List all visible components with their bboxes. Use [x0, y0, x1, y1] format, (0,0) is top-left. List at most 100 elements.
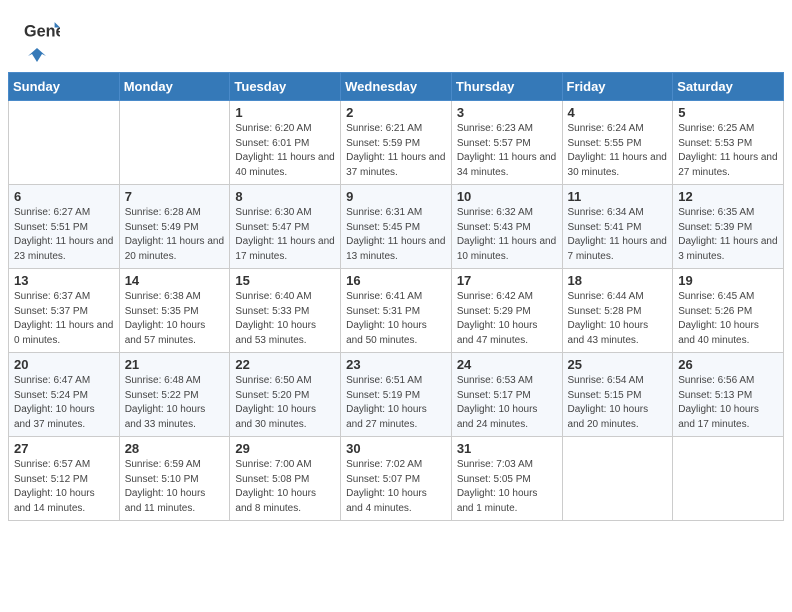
day-number: 22: [235, 357, 335, 372]
calendar-cell: 10 Sunrise: 6:32 AM Sunset: 5:43 PM Dayli…: [451, 185, 562, 269]
calendar-cell: 22 Sunrise: 6:50 AM Sunset: 5:20 PM Dayli…: [230, 353, 341, 437]
calendar-cell: 18 Sunrise: 6:44 AM Sunset: 5:28 PM Dayli…: [562, 269, 673, 353]
calendar-cell: [119, 101, 230, 185]
calendar-cell: 28 Sunrise: 6:59 AM Sunset: 5:10 PM Dayli…: [119, 437, 230, 521]
day-number: 16: [346, 273, 446, 288]
day-number: 12: [678, 189, 778, 204]
day-number: 18: [568, 273, 668, 288]
day-number: 24: [457, 357, 557, 372]
calendar-cell: 15 Sunrise: 6:40 AM Sunset: 5:33 PM Dayli…: [230, 269, 341, 353]
calendar-cell: 7Sunrise: 6:28 AM Sunset: 5:49 PM Daylig…: [119, 185, 230, 269]
day-info: Sunrise: 6:32 AM Sunset: 5:43 PM Dayligh…: [457, 206, 557, 264]
day-info: Sunrise: 6:38 AM Sunset: 5:35 PM Dayligh…: [125, 290, 225, 348]
day-number: 28: [125, 441, 225, 456]
day-number: 23: [346, 357, 446, 372]
day-number: 13: [14, 273, 114, 288]
day-info: Sunrise: 6:40 AM Sunset: 5:33 PM Dayligh…: [235, 290, 335, 348]
day-number: 30: [346, 441, 446, 456]
calendar-cell: 26Sunrise: 6:56 AM Sunset: 5:13 PM Dayli…: [673, 353, 784, 437]
calendar-cell: 3Sunrise: 6:23 AM Sunset: 5:57 PM Daylig…: [451, 101, 562, 185]
day-info: Sunrise: 6:34 AM Sunset: 5:41 PM Dayligh…: [568, 206, 668, 264]
day-number: 10: [457, 189, 557, 204]
day-number: 6: [14, 189, 114, 204]
day-info: Sunrise: 6:41 AM Sunset: 5:31 PM Dayligh…: [346, 290, 446, 348]
logo-icon: General: [24, 18, 60, 46]
day-number: 25: [568, 357, 668, 372]
calendar-cell: 17 Sunrise: 6:42 AM Sunset: 5:29 PM Dayli…: [451, 269, 562, 353]
logo: General: [24, 18, 60, 64]
weekday-header-thursday: Thursday: [451, 73, 562, 101]
day-info: Sunrise: 6:35 AM Sunset: 5:39 PM Dayligh…: [678, 206, 778, 264]
calendar-table: SundayMondayTuesdayWednesdayThursdayFrid…: [8, 72, 784, 521]
weekday-header-tuesday: Tuesday: [230, 73, 341, 101]
weekday-header-sunday: Sunday: [9, 73, 120, 101]
day-number: 21: [125, 357, 225, 372]
week-row-1: 1 Sunrise: 6:20 AM Sunset: 6:01 PM Daylig…: [9, 101, 784, 185]
calendar-cell: 5 Sunrise: 6:25 AM Sunset: 5:53 PM Daylig…: [673, 101, 784, 185]
calendar-cell: 11 Sunrise: 6:34 AM Sunset: 5:41 PM Dayli…: [562, 185, 673, 269]
day-info: Sunrise: 7:02 AM Sunset: 5:07 PM Dayligh…: [346, 458, 446, 516]
page-header: General: [0, 0, 792, 72]
day-info: Sunrise: 6:59 AM Sunset: 5:10 PM Dayligh…: [125, 458, 225, 516]
day-info: Sunrise: 6:20 AM Sunset: 6:01 PM Dayligh…: [235, 122, 335, 180]
day-info: Sunrise: 7:00 AM Sunset: 5:08 PM Dayligh…: [235, 458, 335, 516]
day-info: Sunrise: 6:31 AM Sunset: 5:45 PM Dayligh…: [346, 206, 446, 264]
day-number: 1: [235, 105, 335, 120]
day-info: Sunrise: 6:28 AM Sunset: 5:49 PM Dayligh…: [125, 206, 225, 264]
day-info: Sunrise: 6:48 AM Sunset: 5:22 PM Dayligh…: [125, 374, 225, 432]
calendar-cell: 27Sunrise: 6:57 AM Sunset: 5:12 PM Dayli…: [9, 437, 120, 521]
day-number: 31: [457, 441, 557, 456]
calendar-cell: 25 Sunrise: 6:54 AM Sunset: 5:15 PM Dayli…: [562, 353, 673, 437]
day-number: 29: [235, 441, 335, 456]
calendar-cell: 20 Sunrise: 6:47 AM Sunset: 5:24 PM Dayli…: [9, 353, 120, 437]
day-info: Sunrise: 6:47 AM Sunset: 5:24 PM Dayligh…: [14, 374, 114, 432]
day-number: 9: [346, 189, 446, 204]
day-info: Sunrise: 6:44 AM Sunset: 5:28 PM Dayligh…: [568, 290, 668, 348]
day-info: Sunrise: 6:53 AM Sunset: 5:17 PM Dayligh…: [457, 374, 557, 432]
calendar-cell: 8Sunrise: 6:30 AM Sunset: 5:47 PM Daylig…: [230, 185, 341, 269]
calendar-cell: 12 Sunrise: 6:35 AM Sunset: 5:39 PM Dayli…: [673, 185, 784, 269]
day-number: 14: [125, 273, 225, 288]
day-number: 8: [235, 189, 335, 204]
day-number: 2: [346, 105, 446, 120]
calendar-cell: 14 Sunrise: 6:38 AM Sunset: 5:35 PM Dayli…: [119, 269, 230, 353]
day-info: Sunrise: 6:24 AM Sunset: 5:55 PM Dayligh…: [568, 122, 668, 180]
day-number: 17: [457, 273, 557, 288]
day-number: 4: [568, 105, 668, 120]
calendar-cell: 31Sunrise: 7:03 AM Sunset: 5:05 PM Dayli…: [451, 437, 562, 521]
day-number: 15: [235, 273, 335, 288]
calendar-cell: 13 Sunrise: 6:37 AM Sunset: 5:37 PM Dayli…: [9, 269, 120, 353]
weekday-header-monday: Monday: [119, 73, 230, 101]
calendar-cell: 1 Sunrise: 6:20 AM Sunset: 6:01 PM Daylig…: [230, 101, 341, 185]
weekday-header-saturday: Saturday: [673, 73, 784, 101]
calendar-cell: 2 Sunrise: 6:21 AM Sunset: 5:59 PM Daylig…: [341, 101, 452, 185]
day-info: Sunrise: 6:54 AM Sunset: 5:15 PM Dayligh…: [568, 374, 668, 432]
calendar-cell: 29 Sunrise: 7:00 AM Sunset: 5:08 PM Dayli…: [230, 437, 341, 521]
day-info: Sunrise: 6:21 AM Sunset: 5:59 PM Dayligh…: [346, 122, 446, 180]
logo-bird-icon: [28, 48, 46, 62]
calendar-cell: [673, 437, 784, 521]
day-info: Sunrise: 6:27 AM Sunset: 5:51 PM Dayligh…: [14, 206, 114, 264]
calendar-cell: 24 Sunrise: 6:53 AM Sunset: 5:17 PM Dayli…: [451, 353, 562, 437]
week-row-3: 13 Sunrise: 6:37 AM Sunset: 5:37 PM Dayli…: [9, 269, 784, 353]
day-number: 3: [457, 105, 557, 120]
day-info: Sunrise: 6:42 AM Sunset: 5:29 PM Dayligh…: [457, 290, 557, 348]
day-number: 5: [678, 105, 778, 120]
calendar-cell: 23 Sunrise: 6:51 AM Sunset: 5:19 PM Dayli…: [341, 353, 452, 437]
day-info: Sunrise: 6:50 AM Sunset: 5:20 PM Dayligh…: [235, 374, 335, 432]
day-info: Sunrise: 6:25 AM Sunset: 5:53 PM Dayligh…: [678, 122, 778, 180]
day-number: 20: [14, 357, 114, 372]
day-number: 11: [568, 189, 668, 204]
week-row-4: 20 Sunrise: 6:47 AM Sunset: 5:24 PM Dayli…: [9, 353, 784, 437]
calendar-cell: 30 Sunrise: 7:02 AM Sunset: 5:07 PM Dayli…: [341, 437, 452, 521]
day-number: 27: [14, 441, 114, 456]
calendar-cell: 9 Sunrise: 6:31 AM Sunset: 5:45 PM Daylig…: [341, 185, 452, 269]
calendar-cell: 19Sunrise: 6:45 AM Sunset: 5:26 PM Dayli…: [673, 269, 784, 353]
day-info: Sunrise: 6:37 AM Sunset: 5:37 PM Dayligh…: [14, 290, 114, 348]
week-row-2: 6 Sunrise: 6:27 AM Sunset: 5:51 PM Daylig…: [9, 185, 784, 269]
calendar-cell: [9, 101, 120, 185]
weekday-header-row: SundayMondayTuesdayWednesdayThursdayFrid…: [9, 73, 784, 101]
day-info: Sunrise: 6:51 AM Sunset: 5:19 PM Dayligh…: [346, 374, 446, 432]
weekday-header-wednesday: Wednesday: [341, 73, 452, 101]
weekday-header-friday: Friday: [562, 73, 673, 101]
